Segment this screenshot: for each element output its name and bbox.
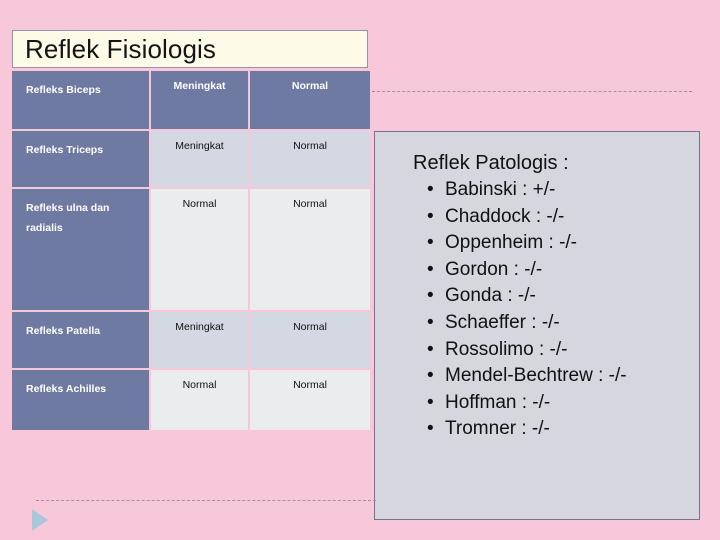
list-item: • Gonda : -/- (427, 283, 699, 310)
table-cell-status-left: Normal (151, 370, 248, 430)
reflek-patologis-panel: Reflek Patologis : • Babinski : +/- • Chad… (374, 131, 700, 520)
table-cell-status-left: Meningkat (151, 131, 248, 187)
table-cell-reflex-name: Refleks Achilles (12, 370, 149, 430)
bullet-icon: • (427, 179, 434, 200)
table-cell-reflex-name: Refleks Patella (12, 312, 149, 368)
patologis-list: • Babinski : +/- • Chaddock : -/- • Oppenhe… (375, 177, 699, 443)
table-cell-reflex-name: Refleks ulna dan radialis (12, 189, 149, 310)
slide-title-box: Reflek Fisiologis (12, 30, 368, 68)
list-item: • Schaeffer : -/- (427, 310, 699, 337)
table-cell-status-right: Normal (250, 370, 370, 430)
list-item-label: Gordon : -/- (445, 258, 543, 280)
list-item: • Gordon : -/- (427, 257, 699, 284)
list-item: • Oppenheim : -/- (427, 230, 699, 257)
table-cell-status-left: Meningkat (151, 71, 248, 129)
list-item: • Hoffman : -/- (427, 390, 699, 417)
table-cell-reflex-name: Refleks Biceps (12, 71, 149, 129)
bullet-icon: • (427, 418, 434, 440)
table-cell-status-right: Normal (250, 312, 370, 368)
table-row: Refleks Triceps Meningkat Normal (12, 131, 370, 187)
table-cell-reflex-name: Refleks Triceps (12, 131, 149, 187)
list-item-label: Mendel-Bechtrew : -/- (445, 365, 627, 387)
play-triangle-icon[interactable] (32, 509, 48, 531)
bullet-icon: • (427, 285, 434, 307)
list-item-label: Rossolimo : -/- (445, 338, 568, 360)
list-item-label: Tromner : -/- (445, 418, 550, 440)
bullet-icon: • (427, 365, 434, 387)
list-item-label: Gonda : -/- (445, 285, 536, 307)
bullet-icon: • (427, 391, 434, 413)
list-item: • Tromner : -/- (427, 416, 699, 443)
bullet-icon: • (427, 338, 434, 360)
reflex-fisiologis-table: Refleks Biceps Meningkat Normal Refleks … (10, 69, 372, 432)
dashed-connector-bottom (36, 500, 376, 501)
bullet-icon: • (427, 205, 434, 227)
list-item-label: Babinski : +/- (445, 179, 556, 200)
table-cell-status-right: Normal (250, 131, 370, 187)
bullet-icon: • (427, 258, 434, 280)
list-item-label: Hoffman : -/- (445, 391, 551, 413)
table-cell-status-left: Meningkat (151, 312, 248, 368)
list-item-label: Oppenheim : -/- (445, 232, 577, 254)
table-cell-status-left: Normal (151, 189, 248, 310)
list-item: • Rossolimo : -/- (427, 337, 699, 364)
list-item: • Babinski : +/- (427, 177, 699, 204)
list-item: • Mendel-Bechtrew : -/- (427, 363, 699, 390)
table-cell-status-right: Normal (250, 71, 370, 129)
table-cell-status-right: Normal (250, 189, 370, 310)
bullet-icon: • (427, 311, 434, 333)
table-row: Refleks ulna dan radialis Normal Normal (12, 189, 370, 310)
page-title: Reflek Fisiologis (25, 34, 216, 64)
list-item: • Chaddock : -/- (427, 204, 699, 231)
dashed-connector-top (372, 91, 692, 92)
bullet-icon: • (427, 232, 434, 254)
table-row: Refleks Patella Meningkat Normal (12, 312, 370, 368)
patologis-heading: Reflek Patologis : (413, 152, 569, 174)
table-row: Refleks Biceps Meningkat Normal (12, 71, 370, 129)
table-row: Refleks Achilles Normal Normal (12, 370, 370, 430)
list-item-label: Chaddock : -/- (445, 205, 565, 227)
list-item-label: Schaeffer : -/- (445, 311, 560, 333)
